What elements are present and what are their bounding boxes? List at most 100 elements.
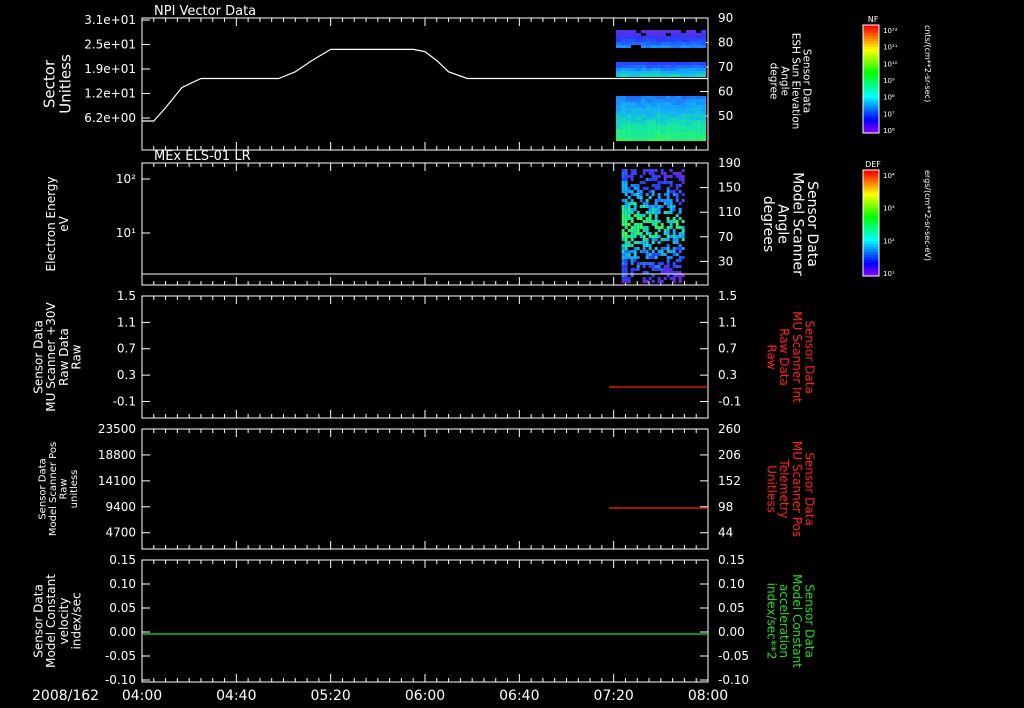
spectrogram-cell	[669, 190, 673, 193]
spectrogram-cell	[636, 99, 642, 102]
spectrogram-cell	[681, 71, 687, 74]
spectrogram-cell	[671, 33, 677, 36]
spectrogram-cell	[660, 199, 664, 202]
spectrogram-cell	[648, 217, 652, 220]
spectrogram-cell	[681, 105, 687, 108]
spectrogram-cell	[675, 199, 679, 202]
spectrogram-cell	[646, 74, 652, 77]
spectrogram-cell	[660, 250, 664, 253]
spectrogram-cell	[626, 108, 632, 111]
spectrogram-cell	[626, 126, 632, 129]
spectrogram-cell	[621, 247, 625, 250]
spectrogram-cell	[626, 111, 632, 114]
spectrogram-cell	[686, 126, 692, 129]
spectrogram-cell	[672, 250, 676, 253]
spectrogram-cell	[633, 208, 637, 211]
spectrogram-cell	[621, 68, 627, 71]
spectrogram-cell	[672, 232, 676, 235]
spectrogram-cell	[671, 99, 677, 102]
spectrogram-cell	[651, 74, 657, 77]
spectrogram-cell	[671, 135, 677, 138]
spectrogram-cell	[671, 65, 677, 68]
spectrogram-cell	[666, 135, 672, 138]
spectrogram-cell	[681, 39, 687, 42]
spectrogram-cell	[654, 232, 658, 235]
spectrogram-cell	[641, 96, 647, 99]
spectrogram-cell	[636, 105, 642, 108]
spectrogram-cell	[651, 205, 655, 208]
spectrogram-cell	[651, 42, 657, 45]
spectrogram-cell	[621, 36, 627, 39]
spectrogram-cell	[666, 105, 672, 108]
colorbar-tick-label: 10²	[883, 237, 895, 245]
spectrogram-cell	[641, 126, 647, 129]
spectrogram-cell	[631, 105, 637, 108]
spectrogram-cell	[646, 71, 652, 74]
spectrogram-cell	[627, 175, 631, 178]
spectrogram-cell	[666, 123, 672, 126]
spectrogram-cell	[696, 129, 702, 132]
spectrogram-cell	[621, 214, 625, 217]
spectrogram-cell	[648, 262, 652, 265]
time-tick-label: 04:00	[122, 688, 162, 704]
spectrogram-cell	[648, 214, 652, 217]
spectrogram-cell	[651, 65, 657, 68]
spectrogram-cell	[671, 114, 677, 117]
y2label-line: degrees	[760, 196, 776, 252]
panel-frame	[141, 559, 709, 683]
spectrogram-cell	[626, 114, 632, 117]
spectrogram-cell	[681, 102, 687, 105]
spectrogram-cell	[642, 220, 646, 223]
spectrogram-cell	[661, 123, 667, 126]
spectrogram-cell	[651, 33, 657, 36]
spectrogram-cell	[616, 42, 622, 45]
spectrogram-cell	[630, 262, 634, 265]
spectrogram-cell	[633, 226, 637, 229]
spectrogram-cell	[621, 30, 627, 33]
spectrogram-cell	[656, 120, 662, 123]
spectrogram-cell	[686, 74, 692, 77]
spectrogram-cell	[663, 277, 667, 280]
spectrogram-cell	[661, 135, 667, 138]
spectrogram-cell	[660, 181, 664, 184]
spectrogram-cell	[646, 102, 652, 105]
spectrogram-cell	[676, 30, 682, 33]
spectrogram-cell	[651, 175, 655, 178]
spectrogram-cell	[678, 202, 682, 205]
spectrogram-cell	[676, 36, 682, 39]
spectrogram-cell	[669, 181, 673, 184]
y-tick-label: 1.2e+01	[84, 87, 136, 101]
spectrogram-cell	[648, 277, 652, 280]
spectrogram-cell	[666, 190, 670, 193]
spectrogram-cell	[676, 68, 682, 71]
spectrogram-cell	[672, 235, 676, 238]
spectrogram-cell	[666, 68, 672, 71]
spectrogram-cell	[672, 205, 676, 208]
spectrogram-cell	[636, 135, 642, 138]
spectrogram-cell	[636, 111, 642, 114]
spectrogram-cell	[678, 265, 682, 268]
spectrogram-cell	[642, 202, 646, 205]
spectrogram-cell	[641, 123, 647, 126]
spectrogram-cell	[676, 120, 682, 123]
spectrogram-cell	[672, 208, 676, 211]
y2label: Sensor DataMU Scanner PosTelemetryUnitle…	[765, 441, 817, 537]
spectrogram-cell	[696, 126, 702, 129]
spectrogram-cell	[672, 217, 676, 220]
spectrogram-cell	[681, 181, 685, 184]
spectrogram-cell	[654, 187, 658, 190]
spectrogram-cell	[626, 129, 632, 132]
spectrogram-cell	[626, 105, 632, 108]
spectrogram-cell	[656, 105, 662, 108]
panel-3: 1.5 1.1 0.7 0.3 -0.1 1.5 1.1 0.7 0.3 -0.1 Sensor D…	[32, 289, 816, 419]
spectrogram-cell	[621, 238, 625, 241]
spectrogram-cell	[676, 96, 682, 99]
spectrogram-cell	[675, 235, 679, 238]
spectrogram-cell	[681, 235, 685, 238]
colorbar-title: NF	[868, 15, 879, 24]
spectrogram-cell	[641, 68, 647, 71]
spectrogram-cell	[676, 62, 682, 65]
spectrogram-cell	[701, 123, 707, 126]
spectrogram-cell	[627, 256, 631, 259]
spectrogram-cell	[636, 114, 642, 117]
